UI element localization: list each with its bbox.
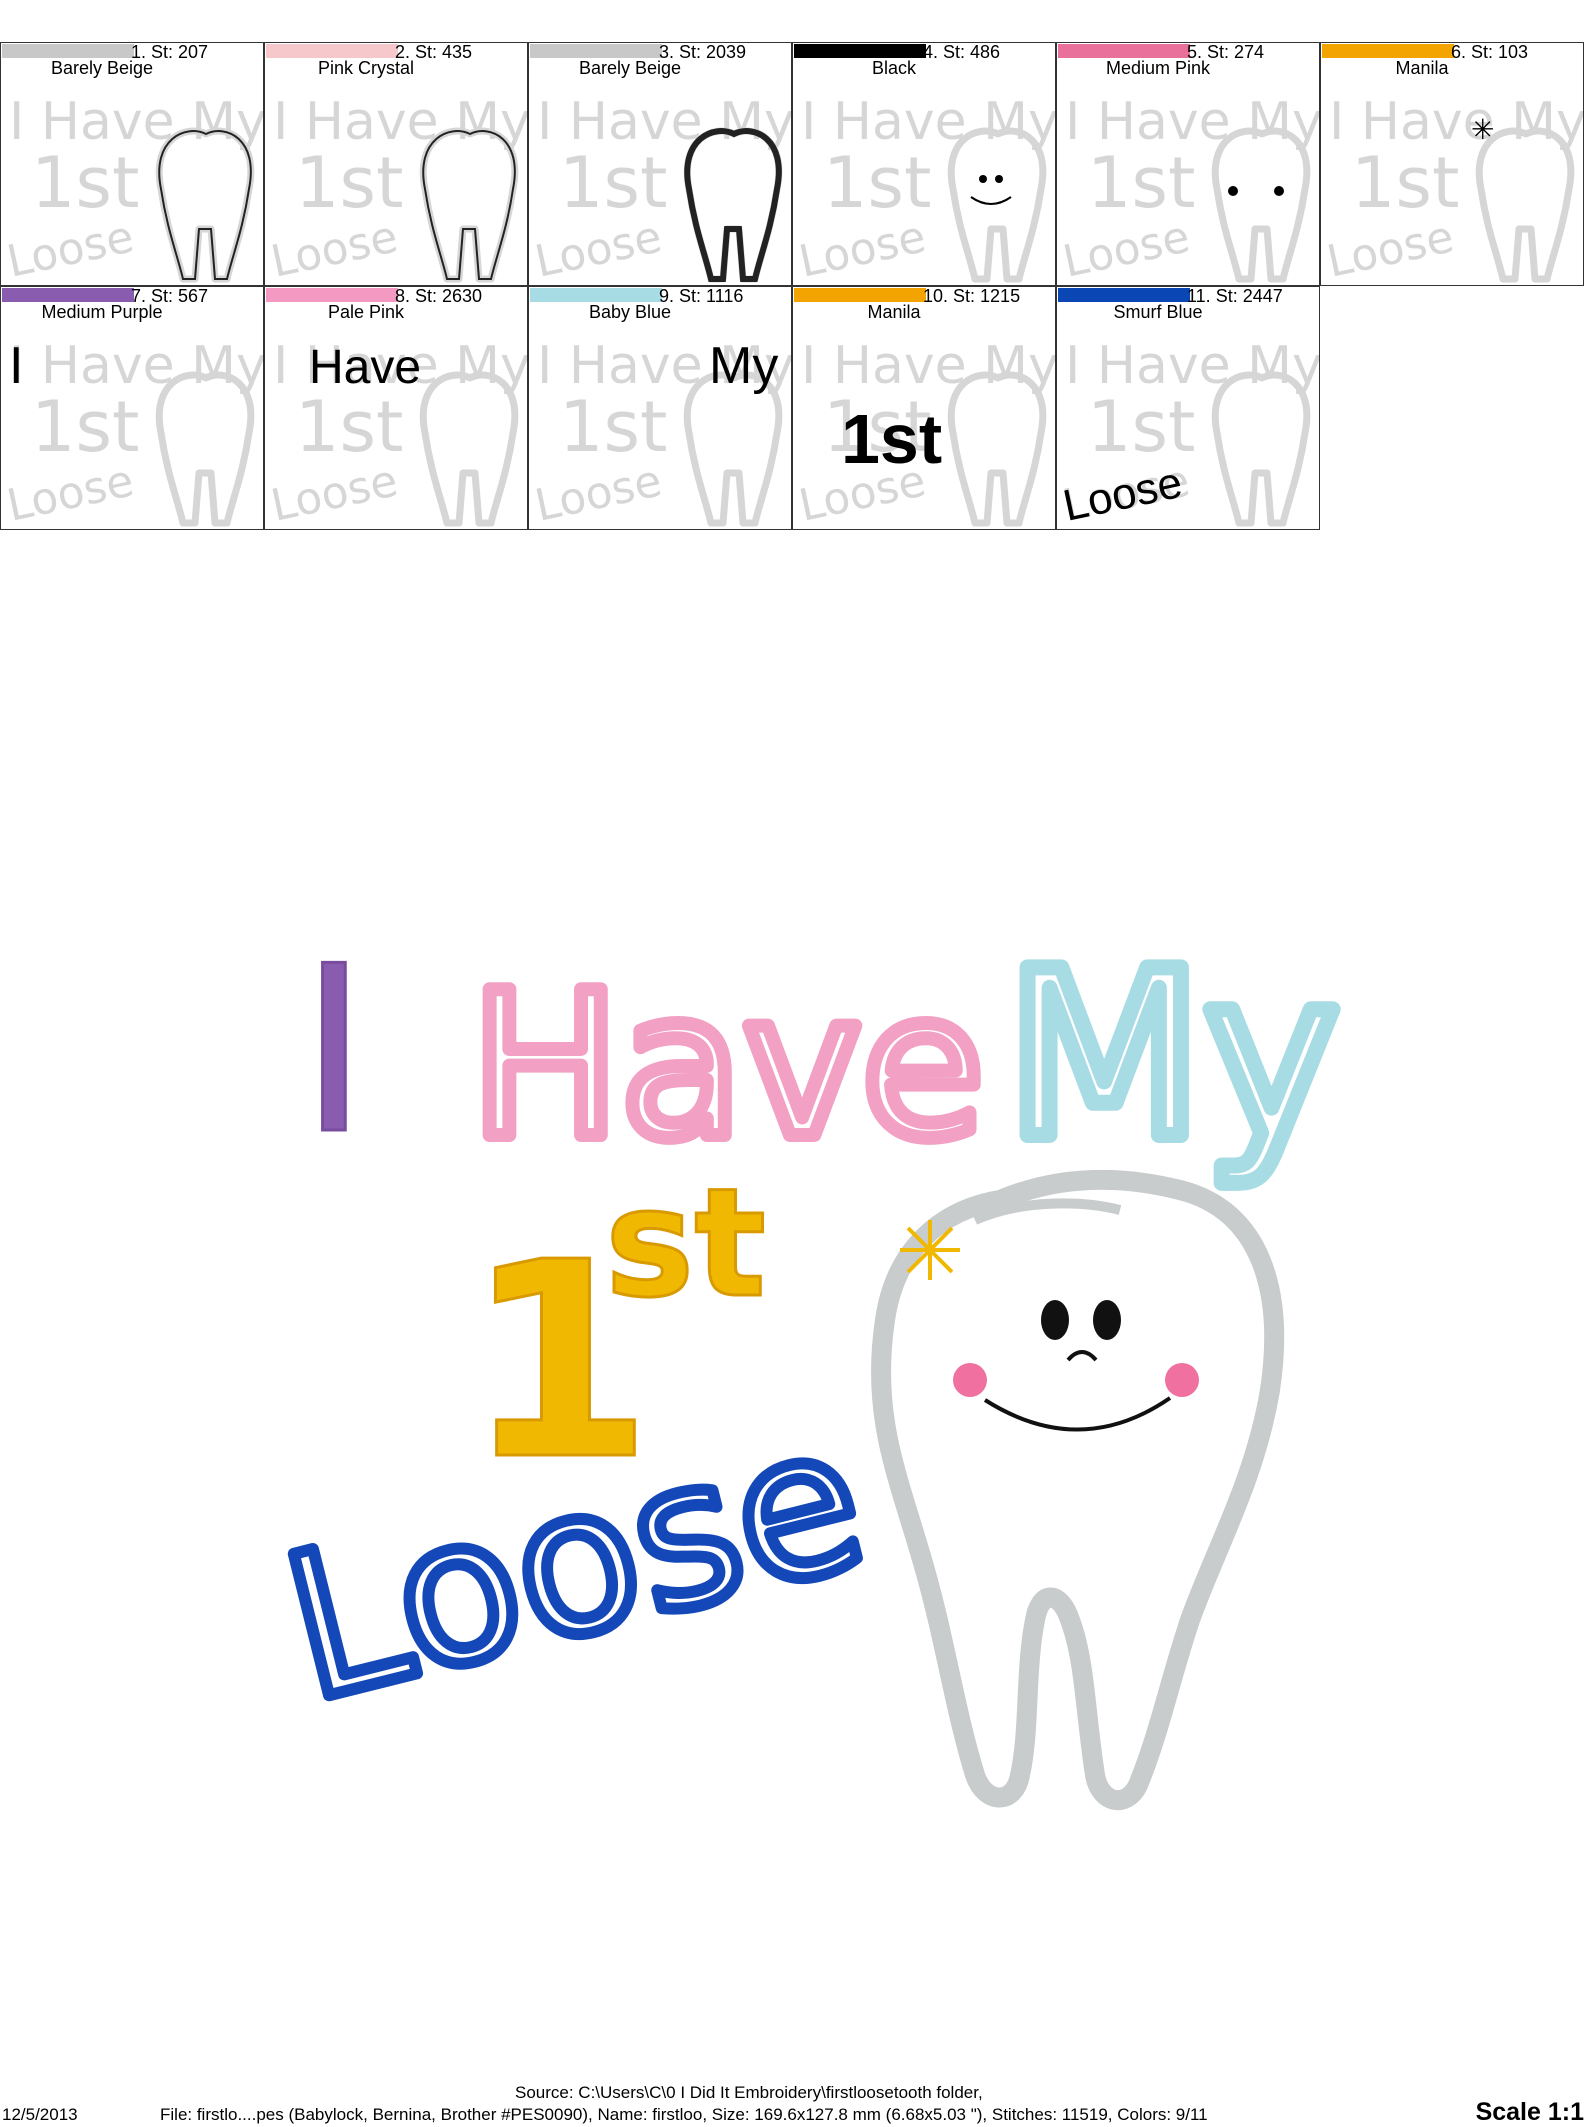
- color-stop-preview: I Have My1stLoose: [795, 92, 1055, 285]
- ghost-tooth: [1211, 371, 1311, 527]
- color-stop-8[interactable]: 8. St: 2630 Pale Pink I Have My 1st Loose H…: [264, 286, 528, 530]
- left-cheek: [953, 1363, 987, 1397]
- color-stop-preview: I Have My1stLooseLoose: [1059, 336, 1319, 529]
- design-word-i-text: I: [300, 918, 368, 1185]
- design-canvas: I Have My 1 st Loose: [259, 915, 1348, 1810]
- color-stop-grid: 1. St: 207 Barely Beige I Have My 1st Loos…: [0, 0, 1588, 535]
- active-letter: Have: [309, 341, 421, 394]
- design-word-my: My: [997, 915, 1348, 1198]
- thread-color-name: Pale Pink: [327, 302, 405, 322]
- thread-color-name: Pink Crystal: [317, 58, 415, 78]
- color-stop-5[interactable]: 5. St: 274 Medium Pink I Have My 1st Loose: [1056, 42, 1320, 286]
- tooth-applique: [870, 1169, 1285, 1810]
- active-letter: Loose: [1059, 458, 1186, 529]
- color-swatch: [1058, 44, 1190, 58]
- active-smile: [970, 196, 1012, 205]
- ghost-tooth: [419, 371, 519, 527]
- ghost-tooth: [947, 127, 1047, 283]
- source-path: Source: C:\Users\C\0 I Did It Embroidery…: [515, 2083, 983, 2102]
- color-stop-7[interactable]: 7. St: 567 Medium Purple I Have My 1st Loo…: [0, 286, 264, 530]
- active-eye-left: [979, 175, 987, 183]
- date-label: 12/5/2013: [2, 2105, 78, 2124]
- active-tooth: [422, 130, 516, 280]
- thread-color-name: Medium Pink: [1105, 58, 1211, 78]
- color-stop-preview: I Have My1stLooseI: [3, 336, 263, 529]
- color-swatch: [794, 288, 926, 302]
- active-cheek-left: [1228, 186, 1238, 196]
- color-swatch: [266, 288, 398, 302]
- active-cheek-right: [1274, 186, 1284, 196]
- design-word-my-text: My: [1005, 923, 1340, 1190]
- design-word-have: Have: [463, 943, 991, 1190]
- ghost-tooth: [1211, 127, 1311, 283]
- color-stop-3[interactable]: 3. St: 2039 Barely Beige I Have My 1st Loo…: [528, 42, 792, 286]
- color-stop-preview: I Have My1stLooseHave: [267, 336, 527, 529]
- color-stop-9[interactable]: 9. St: 1116 Baby Blue I Have My 1st Loose M…: [528, 286, 792, 530]
- ghost-tooth: [683, 127, 783, 283]
- color-stop-preview: I Have My1stLoose: [267, 92, 527, 285]
- color-swatch: [794, 44, 926, 58]
- color-swatch: [266, 44, 398, 58]
- active-tooth: [684, 128, 782, 282]
- thread-color-name: Manila: [867, 302, 921, 322]
- color-swatch: [2, 44, 134, 58]
- active-letter: My: [709, 337, 778, 395]
- ghost-tooth: [155, 127, 255, 283]
- color-stop-preview: I Have My1stLoose: [1059, 92, 1319, 285]
- design-word-have-text: Have: [470, 950, 984, 1183]
- active-eye-right: [995, 175, 1003, 183]
- active-tooth: [158, 130, 252, 280]
- file-info: File: firstlo....pes (Babylock, Bernina,…: [160, 2105, 1208, 2124]
- color-stop-11[interactable]: 11. St: 2447 Smurf Blue I Have My 1st Loos…: [1056, 286, 1320, 530]
- ghost-tooth: [155, 371, 255, 527]
- color-stop-4[interactable]: 4. St: 486 Black I Have My 1st Loose: [792, 42, 1056, 286]
- design-word-i: I: [299, 917, 370, 1187]
- thread-color-name: Baby Blue: [588, 302, 672, 322]
- color-stop-preview: I Have My1stLoose: [531, 92, 791, 285]
- ghost-tooth: [683, 371, 783, 527]
- ghost-tooth: [1475, 127, 1575, 283]
- color-swatch: [2, 288, 134, 302]
- color-stop-preview: I Have My1stLoose1st: [795, 336, 1055, 529]
- sparkle-icon: [900, 1220, 960, 1280]
- tooth-outline: [870, 1169, 1285, 1810]
- ghost-tooth: [419, 127, 519, 283]
- ghost-tooth: [947, 371, 1047, 527]
- color-stop-2[interactable]: 2. St: 435 Pink Crystal I Have My 1st Loos…: [264, 42, 528, 286]
- thread-color-name: Smurf Blue: [1113, 302, 1203, 322]
- embroidery-design-preview: I Have My 1 st Loose: [0, 560, 1588, 2060]
- thread-color-name: Medium Purple: [41, 302, 163, 322]
- thread-color-name: Black: [871, 58, 916, 78]
- left-eye: [1041, 1300, 1069, 1340]
- color-swatch: [530, 288, 662, 302]
- color-stop-6[interactable]: 6. St: 103 Manila I Have My 1st Loose ✳: [1320, 42, 1584, 286]
- design-word-st-text: st: [605, 1157, 766, 1331]
- right-eye: [1093, 1300, 1121, 1340]
- color-swatch: [1058, 288, 1190, 302]
- footer: Source: C:\Users\C\0 I Did It Embroidery…: [0, 2075, 1588, 2126]
- right-cheek: [1165, 1363, 1199, 1397]
- color-stop-preview: I Have My1stLoose: [3, 92, 263, 285]
- active-letter: I: [9, 337, 23, 395]
- color-swatch: [1322, 44, 1454, 58]
- color-swatch: [530, 44, 662, 58]
- active-sparkle: ✳: [1471, 114, 1494, 145]
- scale-label: Scale 1:1: [1475, 2098, 1584, 2126]
- active-letter: 1st: [841, 400, 942, 478]
- color-stop-preview: I Have My1stLoose✳: [1323, 92, 1583, 285]
- color-stop-10[interactable]: 10. St: 1215 Manila I Have My 1st Loose 1st: [792, 286, 1056, 530]
- color-stop-1[interactable]: 1. St: 207 Barely Beige I Have My 1st Loos…: [0, 42, 264, 286]
- thread-color-name: Manila: [1395, 58, 1449, 78]
- color-stop-preview: I Have My1stLooseMy: [531, 336, 791, 529]
- thread-color-name: Barely Beige: [50, 58, 154, 78]
- thread-color-name: Barely Beige: [578, 58, 682, 78]
